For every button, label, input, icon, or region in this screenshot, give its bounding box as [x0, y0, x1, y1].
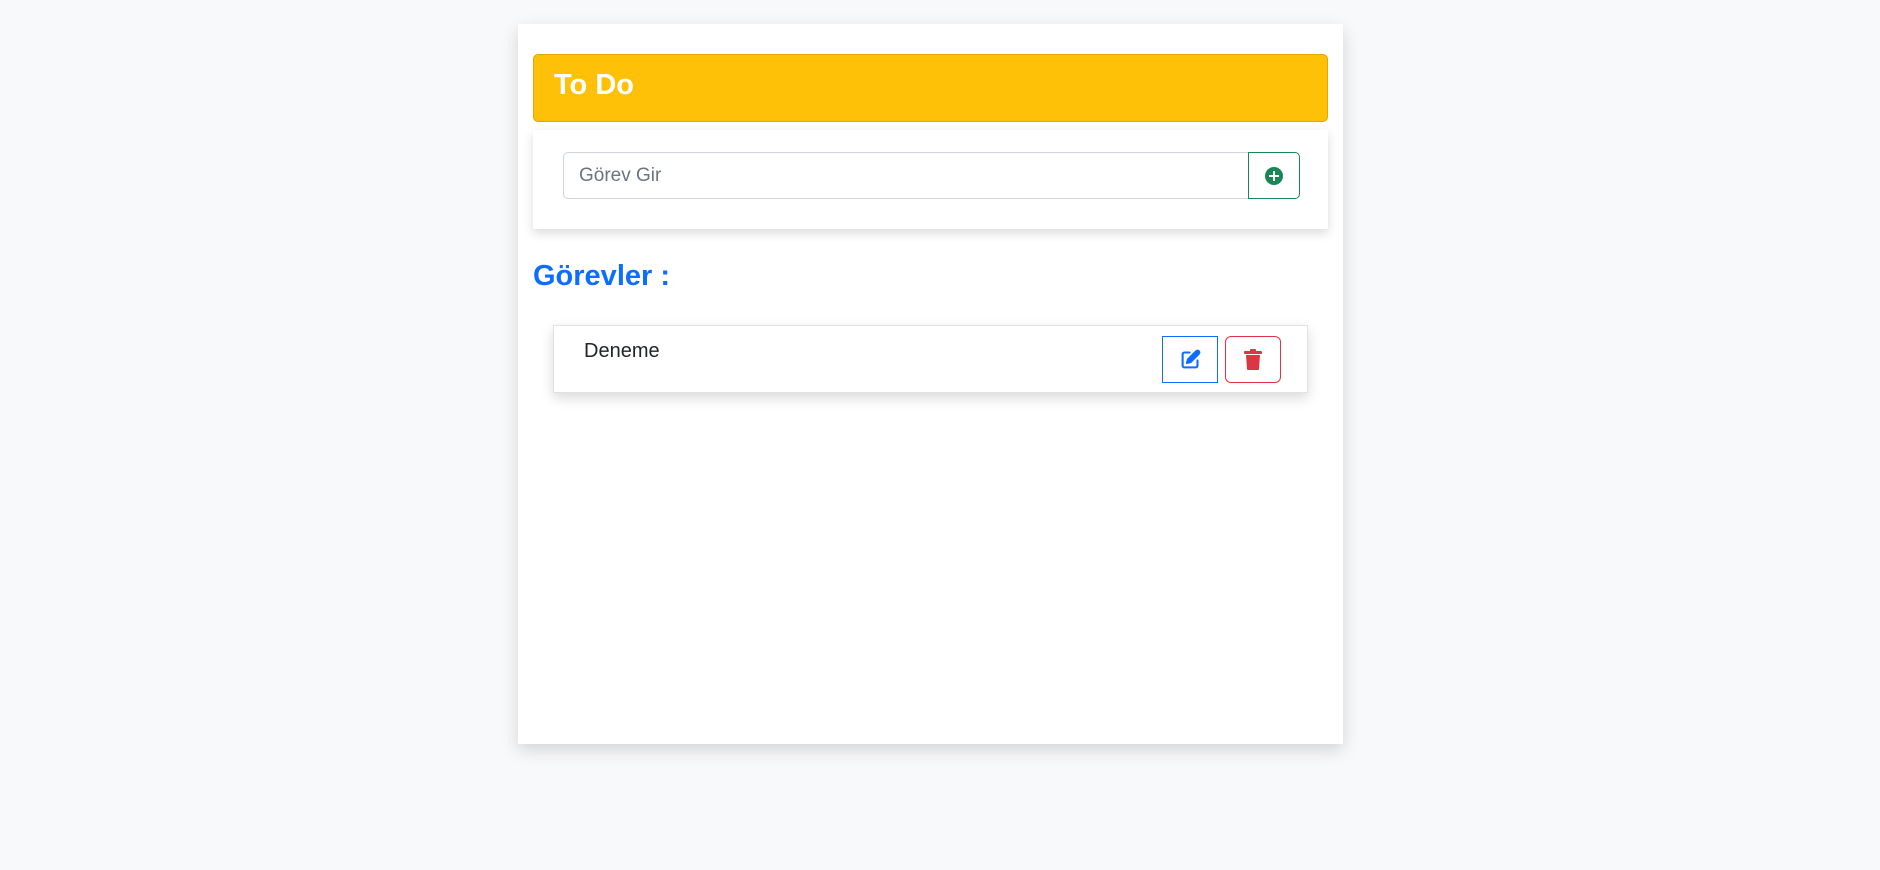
edit-icon	[1180, 349, 1201, 370]
todo-app-card: To Do Görevler : Deneme	[518, 24, 1343, 744]
plus-circle-icon	[1264, 166, 1284, 186]
task-text: Deneme	[584, 340, 660, 362]
task-input[interactable]	[563, 152, 1248, 199]
tasks-section-title: Görevler :	[533, 260, 670, 292]
input-panel	[533, 130, 1328, 229]
delete-task-button[interactable]	[1225, 336, 1281, 383]
edit-task-button[interactable]	[1162, 336, 1218, 383]
task-item: Deneme	[553, 325, 1308, 393]
header-bar: To Do	[533, 54, 1328, 122]
app-title: To Do	[554, 69, 634, 101]
add-task-button[interactable]	[1248, 152, 1300, 199]
trash-icon	[1244, 349, 1262, 370]
